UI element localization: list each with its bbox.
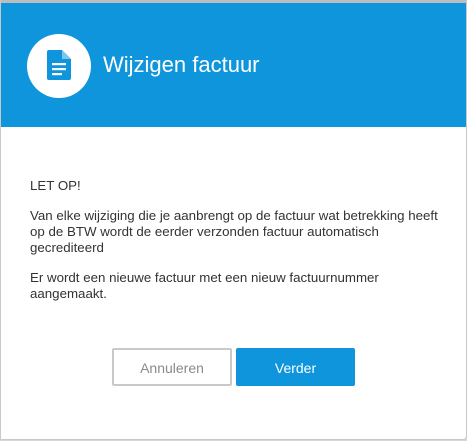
document-icon-badge [27, 34, 91, 98]
cancel-button[interactable]: Annuleren [112, 348, 232, 386]
document-icon [47, 50, 71, 80]
dialog-body: LET OP! Van elke wijziging die je aanbre… [30, 178, 440, 316]
dialog-header: Wijzigen factuur [1, 3, 466, 127]
new-invoice-notice: Er wordt een nieuwe factuur met een nieu… [30, 270, 379, 301]
edit-invoice-dialog: Wijzigen factuur LET OP! Van elke wijzig… [0, 0, 467, 440]
warning-heading: LET OP! [30, 178, 81, 193]
continue-button[interactable]: Verder [236, 348, 355, 386]
vat-change-notice: Van elke wijziging die je aanbrengt op d… [30, 208, 438, 255]
dialog-title: Wijzigen factuur [103, 52, 260, 77]
